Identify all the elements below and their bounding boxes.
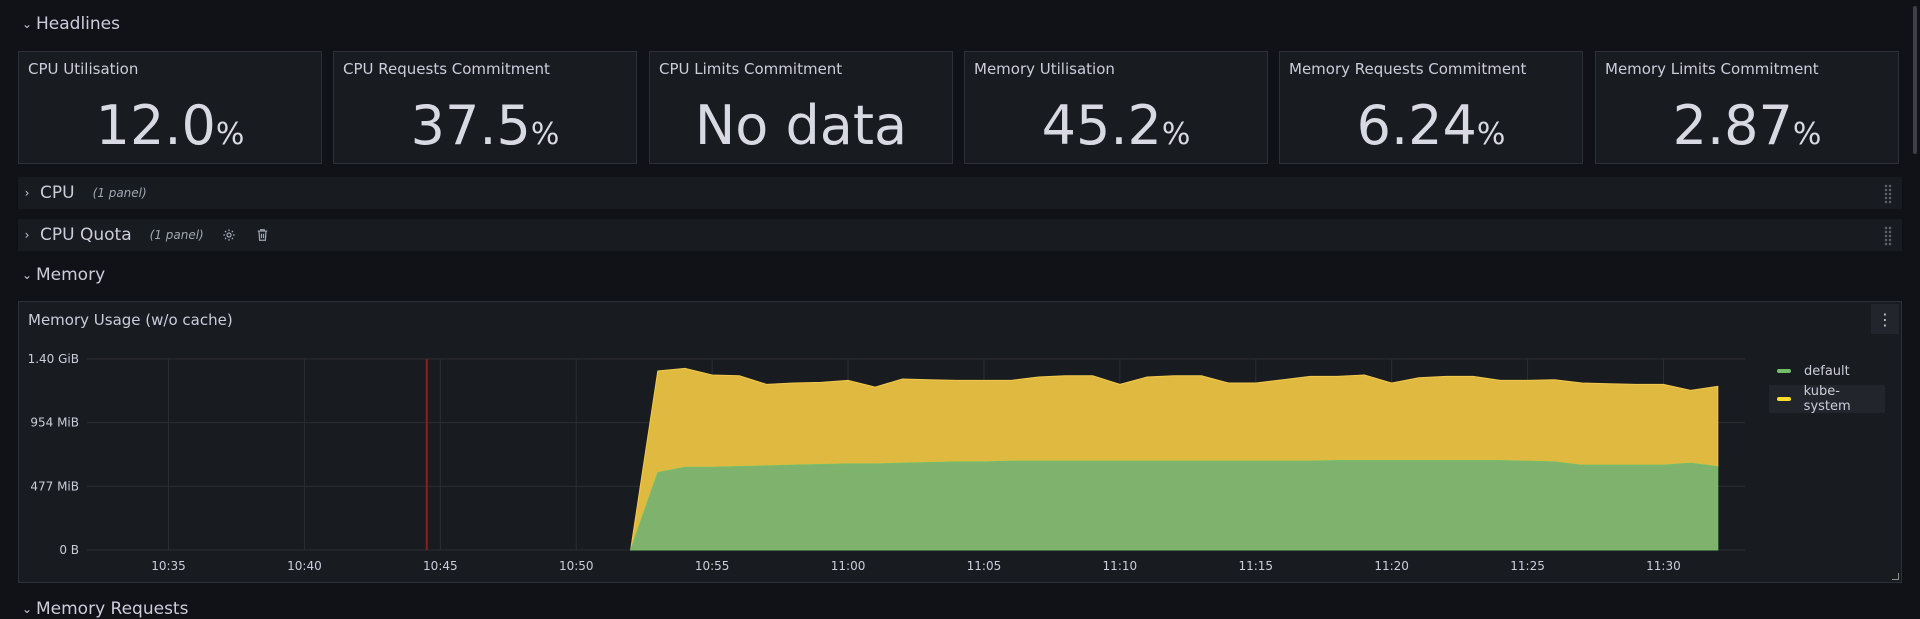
stat-value: 45.2% bbox=[1041, 94, 1191, 157]
y-tick-label: 0 B bbox=[59, 543, 79, 557]
memory-usage-chart: 0 B 477 MiB 954 MiB 1.40 GiB 10:35 10:40 10:45… bbox=[28, 352, 1745, 573]
gear-icon[interactable] bbox=[220, 226, 238, 244]
stat-value: 2.87% bbox=[1672, 94, 1822, 157]
row-cpu-title: CPU bbox=[40, 183, 75, 203]
stat-title: Memory Limits Commitment bbox=[1605, 60, 1819, 78]
area-series-default bbox=[629, 460, 1719, 551]
x-tick-label: 11:15 bbox=[1238, 559, 1273, 573]
stat-value: No data bbox=[694, 94, 908, 157]
row-cpu[interactable]: › CPU (1 panel) bbox=[18, 177, 1902, 209]
stat-value: 37.5% bbox=[410, 94, 560, 157]
stat-value: 12.0% bbox=[95, 94, 245, 157]
x-tick-label: 11:05 bbox=[967, 559, 1002, 573]
stat-panel-cpu-requests-commitment[interactable]: CPU Requests Commitment 37.5% bbox=[333, 51, 637, 164]
legend-swatch bbox=[1777, 397, 1791, 401]
stat-panel-cpu-limits-commitment[interactable]: CPU Limits Commitment No data bbox=[649, 51, 953, 164]
trash-icon[interactable] bbox=[254, 226, 272, 244]
row-cpu-panel-count: (1 panel) bbox=[92, 186, 147, 200]
stat-title: CPU Limits Commitment bbox=[659, 60, 843, 78]
y-tick-label: 1.40 GiB bbox=[28, 352, 79, 366]
stat-value: 6.24% bbox=[1356, 94, 1506, 157]
x-tick-label: 11:20 bbox=[1374, 559, 1409, 573]
more-vertical-icon: ⋮ bbox=[1877, 309, 1893, 329]
chart-legend: default kube-system bbox=[1769, 357, 1885, 414]
stat-title: CPU Requests Commitment bbox=[343, 60, 550, 78]
row-memory-requests-title: Memory Requests bbox=[36, 599, 189, 619]
x-tick-label: 11:25 bbox=[1510, 559, 1545, 573]
legend-label: default bbox=[1804, 363, 1850, 379]
stat-title: Memory Requests Commitment bbox=[1289, 60, 1527, 78]
stat-panel-memory-utilisation[interactable]: Memory Utilisation 45.2% bbox=[964, 51, 1268, 164]
panel-menu-button[interactable]: ⋮ bbox=[1871, 304, 1899, 334]
legend-item-default[interactable]: default bbox=[1769, 357, 1885, 385]
stat-panel-memory-requests-commitment[interactable]: Memory Requests Commitment 6.24% bbox=[1279, 51, 1583, 164]
legend-item-kube-system[interactable]: kube-system bbox=[1769, 384, 1885, 414]
stat-panel-cpu-utilisation[interactable]: CPU Utilisation 12.0% bbox=[18, 51, 322, 164]
stat-panel-memory-limits-commitment[interactable]: Memory Limits Commitment 2.87% bbox=[1595, 51, 1899, 164]
page-scrollbar[interactable] bbox=[1913, 6, 1917, 154]
x-tick-label: 10:55 bbox=[695, 559, 730, 573]
stat-title: CPU Utilisation bbox=[28, 60, 139, 78]
resize-handle-icon[interactable] bbox=[1892, 573, 1899, 580]
legend-label: kube-system bbox=[1803, 384, 1851, 414]
chevron-down-icon: ⌄ bbox=[21, 602, 33, 616]
panel-memory-usage[interactable]: Memory Usage (w/o cache) ⋮ 0 B 477 MiB 954… bbox=[18, 301, 1902, 583]
row-memory-requests[interactable]: ⌄ Memory Requests bbox=[18, 599, 188, 619]
row-headlines[interactable]: ⌄ Headlines bbox=[18, 14, 120, 34]
chevron-right-icon: › bbox=[24, 228, 30, 242]
chevron-down-icon: ⌄ bbox=[21, 17, 33, 31]
drag-handle-icon[interactable] bbox=[1884, 184, 1892, 204]
row-cpu-quota-title: CPU Quota bbox=[40, 225, 132, 245]
x-tick-label: 10:45 bbox=[423, 559, 458, 573]
x-tick-label: 11:30 bbox=[1646, 559, 1681, 573]
row-headlines-title: Headlines bbox=[36, 14, 120, 34]
x-tick-label: 10:50 bbox=[559, 559, 594, 573]
x-tick-label: 11:10 bbox=[1103, 559, 1138, 573]
drag-handle-icon[interactable] bbox=[1884, 226, 1892, 246]
y-tick-label: 477 MiB bbox=[30, 479, 79, 493]
legend-swatch bbox=[1777, 369, 1791, 373]
row-memory[interactable]: ⌄ Memory bbox=[18, 265, 105, 285]
stat-title: Memory Utilisation bbox=[974, 60, 1115, 78]
row-cpu-quota-panel-count: (1 panel) bbox=[149, 228, 204, 242]
panel-title: Memory Usage (w/o cache) bbox=[28, 311, 233, 329]
chevron-down-icon: ⌄ bbox=[21, 268, 33, 282]
x-tick-label: 11:00 bbox=[831, 559, 866, 573]
row-memory-title: Memory bbox=[36, 265, 106, 285]
row-cpu-quota[interactable]: › CPU Quota (1 panel) bbox=[18, 219, 1902, 251]
y-tick-label: 954 MiB bbox=[30, 416, 79, 430]
chevron-right-icon: › bbox=[24, 186, 30, 200]
x-tick-label: 10:40 bbox=[287, 559, 322, 573]
x-tick-label: 10:35 bbox=[151, 559, 186, 573]
